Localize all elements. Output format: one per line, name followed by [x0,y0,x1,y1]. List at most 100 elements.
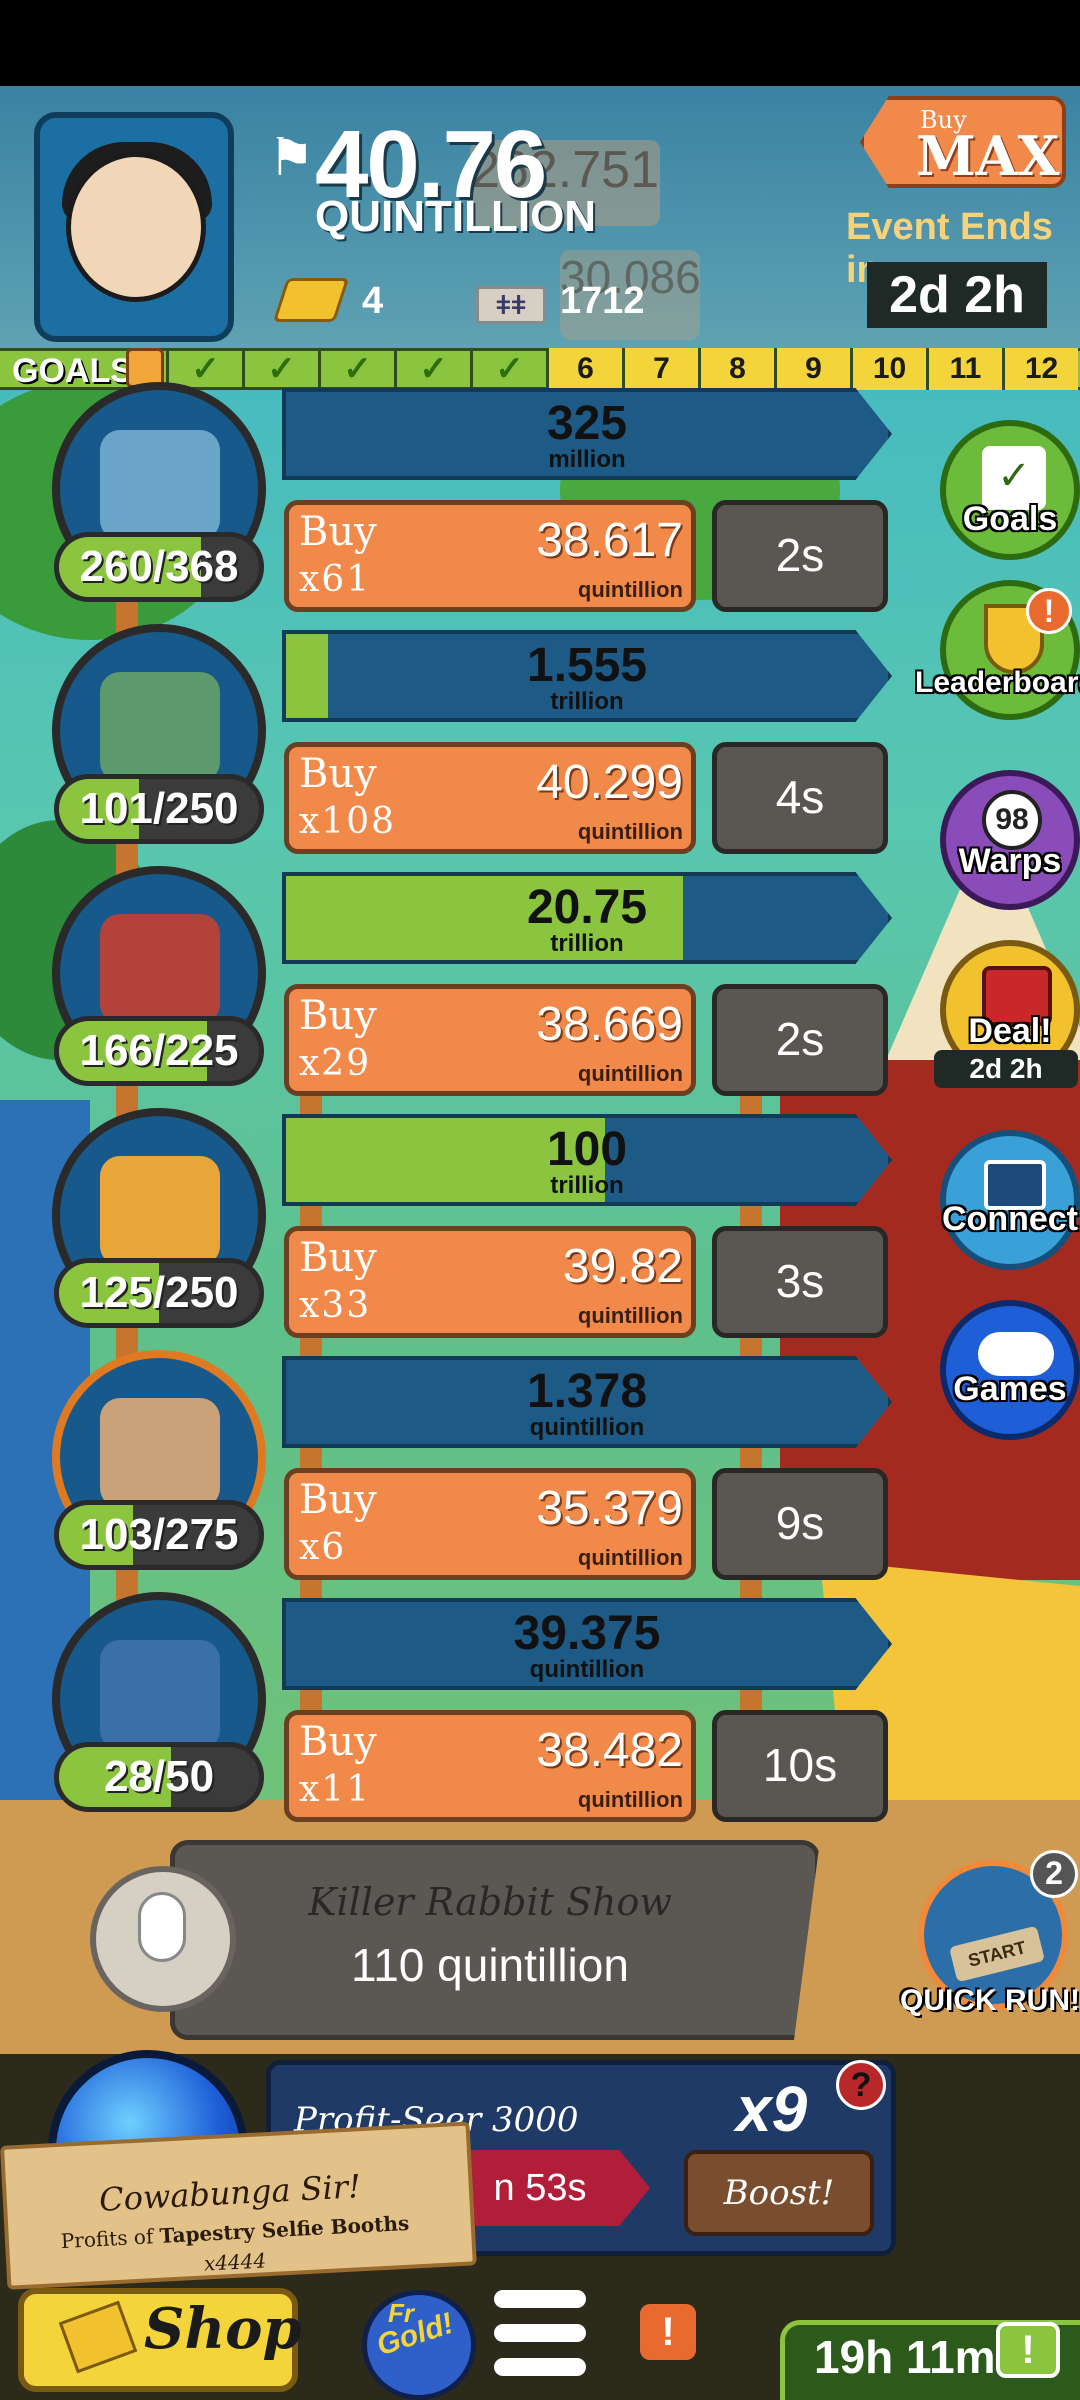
buy-button[interactable]: Buy x6 35.379 quintillion [284,1468,696,1580]
leaderboard-label: Leaderboard [915,666,1080,699]
alert-icon[interactable]: ! [640,2304,696,2360]
owned-count-pill: 260/368 [54,532,264,602]
revenue-unit: trillion [550,1172,624,1199]
boost-button[interactable]: Boost! [684,2150,874,2236]
buy-word: Buy [299,509,377,555]
buy-word: Buy [299,1477,377,1523]
menu-line [494,2290,586,2308]
buy-button[interactable]: Buy x29 38.669 quintillion [284,984,696,1096]
business-art [100,430,220,540]
revenue-value: 100 [546,1123,628,1176]
warps-button[interactable]: 98 [940,770,1080,910]
cycle-time: 2s [712,500,888,612]
killer-rabbit-value: 110 quintillion [351,1939,629,1991]
goals-side-label: Goals [962,500,1058,538]
tv-icon[interactable]: ! [996,2322,1060,2378]
business-art [100,1398,220,1508]
megabucks-symbol: ǂǂ [495,290,527,320]
buy-cost: 35.379 [536,1482,683,1535]
quick-run-badge: 2 [1030,1850,1078,1898]
owned-count-pill: 103/275 [54,1500,264,1570]
revenue-unit: trillion [550,930,624,957]
owned-count: 260/368 [79,542,239,591]
warps-label: Warps [958,842,1062,880]
help-icon[interactable]: ? [836,2060,886,2110]
goal-number: 12 [1002,348,1078,390]
shop-label: Shop [144,2296,302,2362]
connect-label: Connect [942,1200,1078,1238]
business-row: 260/368 325 million Buy x61 38.617 quint… [0,382,900,622]
buy-button[interactable]: Buy x11 38.482 quintillion [284,1710,696,1822]
quick-run-label: QUICK RUN! [900,1984,1080,2017]
buy-cost: 38.669 [536,998,683,1051]
revenue-unit: million [548,446,626,473]
owned-count: 166/225 [79,1026,239,1075]
profit-seer-multiplier: x9 [736,2073,808,2145]
buy-quantity: x108 [299,801,397,842]
avatar-face [66,152,206,302]
megabucks-count: 1712 [560,280,645,322]
buy-cost-unit: quintillion [577,577,683,602]
toast-body-prefix: Profits of [60,2224,154,2254]
business-row: 103/275 1.378 quintillion Buy x6 35.379 … [0,1350,900,1590]
buy-cost-unit: quintillion [577,1061,683,1086]
buy-cost-unit: quintillion [577,1545,683,1570]
cycle-time: 4s [712,742,888,854]
buy-word: Buy [299,1235,377,1281]
games-label: Games [953,1370,1067,1408]
buy-cost-unit: quintillion [577,1787,683,1812]
buy-quantity: x6 [299,1527,347,1568]
buy-quantity: x61 [299,559,372,600]
rabbit-ears [138,1892,186,1962]
goals-side-button[interactable]: ✓ [940,420,1080,560]
business-row: 125/250 100 trillion Buy x33 39.82 quint… [0,1108,900,1348]
buy-word: Buy [299,993,377,1039]
revenue-unit: trillion [550,688,624,715]
leaderboard-alert-badge: ! [1026,588,1072,634]
revenue-value: 20.75 [526,881,648,934]
game-screen: 262.751 30.086 ⚑ 40.76 QUINTILLION 4 ǂǂ … [0,0,1080,2400]
cycle-time: 9s [712,1468,888,1580]
buy-word: Buy [299,1719,377,1765]
megabucks-icon: ǂǂ [476,286,546,324]
revenue-progress-bar[interactable]: 1.378 quintillion [282,1356,892,1448]
buy-button[interactable]: Buy x61 38.617 quintillion [284,500,696,612]
revenue-value: 39.375 [513,1607,661,1660]
status-bar [0,0,1080,86]
cycle-time: 3s [712,1226,888,1338]
revenue-value: 1.555 [526,639,648,692]
buy-cost: 38.482 [536,1724,683,1777]
flag-icon: ⚑ [268,129,315,187]
owned-count: 101/250 [79,784,239,833]
business-art [100,672,220,782]
business-row: 166/225 20.75 trillion Buy x29 38.669 qu… [0,866,900,1106]
deal-time: 2d 2h [934,1050,1078,1088]
revenue-progress-bar[interactable]: 1.555 trillion [282,630,892,722]
event-time: 2d 2h [867,262,1047,328]
revenue-progress-bar[interactable]: 39.375 quintillion [282,1598,892,1690]
business-art [100,1156,220,1266]
revenue-value: 1.378 [526,1365,648,1418]
buy-button[interactable]: Buy x108 40.299 quintillion [284,742,696,854]
revenue-progress-bar[interactable]: 325 million [282,388,892,480]
cycle-time: 2s [712,984,888,1096]
owned-count-pill: 28/50 [54,1742,264,1812]
revenue-unit: quintillion [529,1656,645,1683]
menu-icon[interactable] [494,2290,586,2380]
revenue-progress-bar[interactable]: 100 trillion [282,1114,892,1206]
revenue-progress-bar[interactable]: 20.75 trillion [282,872,892,964]
player-avatar[interactable] [34,112,234,342]
buy-quantity: x33 [299,1285,372,1326]
rabbit-icon [90,1866,236,2012]
menu-line [494,2324,586,2342]
business-row: 28/50 39.375 quintillion Buy x11 38.482 … [0,1592,900,1832]
ad-timer-text: 19h 11m [814,2331,996,2383]
owned-count-pill: 166/225 [54,1016,264,1086]
buy-max-label: MAX [916,124,1060,188]
owned-count: 103/275 [79,1510,239,1559]
owned-count: 125/250 [79,1268,239,1317]
buy-button[interactable]: Buy x33 39.82 quintillion [284,1226,696,1338]
buy-quantity: x11 [299,1769,372,1810]
buy-cost-unit: quintillion [577,1303,683,1328]
buy-cost: 40.299 [536,756,683,809]
